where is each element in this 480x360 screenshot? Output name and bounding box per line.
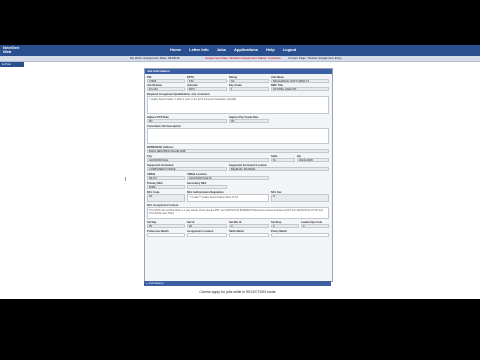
pay-grade-date-value: 9N bbox=[229, 119, 269, 123]
panel-title: Job Information bbox=[145, 69, 332, 74]
pin-value: 47906 bbox=[147, 79, 185, 83]
subbar-left: My Work: Assignment Date: 09/18/18 bbox=[130, 56, 180, 60]
city-value: JACKSONVILLE bbox=[147, 158, 269, 162]
top-navigation-bar: NextGen Web Home Letter Info Jobs Applic… bbox=[0, 45, 480, 56]
zip-value: 32212-0045 bbox=[297, 158, 329, 162]
app-logo: NextGen Web bbox=[3, 46, 19, 54]
job-history-label: Job History bbox=[148, 281, 164, 285]
job-information-panel: Job Information PIN RPTG Rating Unit Nam… bbox=[144, 68, 333, 282]
logo-line-2: Web bbox=[3, 49, 12, 54]
pcp-date-value: 9N bbox=[147, 119, 227, 123]
primary-nec-value: 9O8A bbox=[147, 185, 185, 189]
policy-match-value bbox=[271, 233, 329, 237]
uimlb-location-value: JACKSONVILLE FL bbox=[187, 176, 269, 180]
ncl-fax-value: N bbox=[271, 194, 329, 202]
nav-home[interactable]: Home bbox=[170, 47, 181, 52]
app-window: NextGen Web Home Letter Info Jobs Applic… bbox=[0, 45, 480, 299]
nav-applications[interactable]: Applications bbox=[234, 47, 258, 52]
rating-value: SK bbox=[229, 79, 269, 83]
nav-letter-info[interactable]: Letter Info bbox=[189, 47, 209, 52]
skills-match-value bbox=[229, 233, 269, 237]
preference-match-value bbox=[147, 233, 185, 237]
nav-jobs[interactable]: Jobs bbox=[217, 47, 226, 52]
sel-day-value: 45 bbox=[147, 224, 185, 228]
supported-location-value: BAHRAIN, MANAMA bbox=[229, 167, 329, 171]
unit-name-value: BACHARACH SUPT GPER CT bbox=[271, 79, 329, 83]
state-value: FL bbox=[271, 158, 295, 162]
ncl-code-value: 0A bbox=[147, 194, 185, 202]
sel-min-hr-value: 0 bbox=[229, 224, 269, 228]
workdesc-value: BLDG NEW BRIG PHASE 9OB bbox=[147, 149, 329, 153]
assignment-note-text: * Quality Determination: 1 Mold 4 years … bbox=[147, 96, 329, 114]
jobcode-value: 8674 bbox=[187, 87, 227, 91]
side-tab[interactable]: E-Post bbox=[0, 62, 24, 67]
rptg-value: T60 bbox=[187, 79, 227, 83]
nav-help[interactable]: Help bbox=[266, 47, 275, 52]
comment-text bbox=[147, 128, 329, 144]
secondary-nec-value bbox=[187, 185, 227, 189]
assignment-location-value bbox=[187, 233, 227, 237]
supported-command-value: COMPONENT FORCE bbox=[147, 167, 227, 171]
ncl-authorization-value: ** A valid ** Quality Determination SE-N… bbox=[187, 194, 269, 202]
main-nav: Home Letter Info Jobs Applications Help … bbox=[170, 47, 296, 52]
nav-logout[interactable]: Logout bbox=[283, 47, 297, 52]
pay-grade-value: 1 bbox=[229, 87, 269, 91]
sel-hr-value: 45 bbox=[187, 224, 227, 228]
subbar-middle: Assignment Date: Workers Assignment Stat… bbox=[205, 56, 281, 60]
job-number-value: FN-103 bbox=[147, 87, 185, 91]
subbar-right: Current Page: Tracker Assignment Entry bbox=[288, 56, 342, 60]
leadership-code-value: 0 bbox=[301, 224, 329, 228]
uimlb-value: N4173 bbox=[147, 176, 185, 180]
job-history-bar[interactable]: + Job History bbox=[144, 281, 331, 286]
status-message: Cannot apply for jobs while in SELECTION… bbox=[199, 290, 276, 294]
status-subbar: My Work: Assignment Date: 09/18/18 Assig… bbox=[0, 56, 480, 62]
nmc-title-value: SP INTEL ANALYST bbox=[271, 87, 329, 91]
sel-stop-value: 0 bbox=[271, 224, 299, 228]
text-cursor-icon: I bbox=[125, 177, 127, 183]
ncl-comment-text: This NOTA ride certified within a 1 year… bbox=[147, 207, 329, 219]
